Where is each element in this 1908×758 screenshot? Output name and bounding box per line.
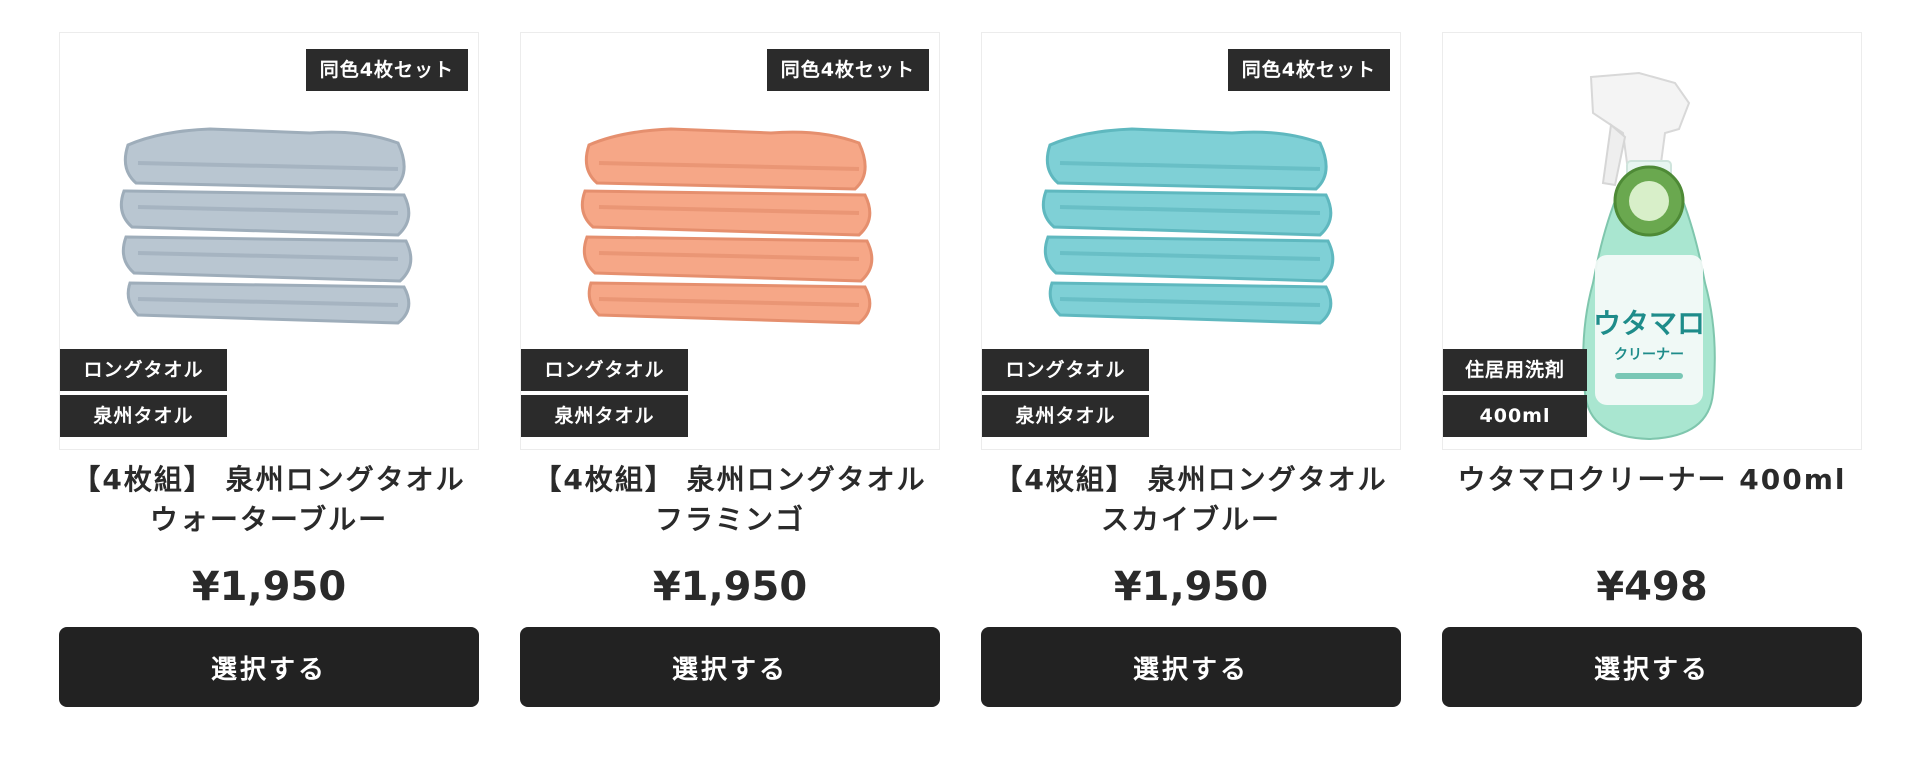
product-title[interactable]: 【4枚組】 泉州ロングタオル フラミンゴ bbox=[520, 460, 940, 540]
set-badge: 同色4枚セット bbox=[1227, 49, 1390, 91]
set-badge: 同色4枚セット bbox=[305, 49, 468, 91]
select-button[interactable]: 選択する bbox=[59, 627, 479, 707]
product-card: ウタマロ クリーナー 住居用洗剤 400ml ウタマロクリーナー 400ml ¥… bbox=[1442, 32, 1862, 712]
category-badge: ロングタオル bbox=[60, 349, 227, 391]
product-title[interactable]: ウタマロクリーナー 400ml bbox=[1442, 460, 1862, 500]
towel-layer bbox=[123, 127, 406, 191]
product-price: ¥1,950 bbox=[191, 564, 347, 610]
set-badge: 同色4枚セット bbox=[766, 49, 929, 91]
towel-layer bbox=[1045, 127, 1328, 191]
product-card: 同色4枚セット ロングタオル 泉州タオル 【4枚組】 泉州ロングタオル スカイブ… bbox=[981, 32, 1401, 712]
product-image[interactable]: 同色4枚セット ロングタオル 泉州タオル bbox=[981, 32, 1401, 450]
origin-badge: 泉州タオル bbox=[60, 395, 227, 437]
towel-layer bbox=[584, 127, 867, 191]
product-title-line1: 【4枚組】 泉州ロングタオル bbox=[72, 463, 466, 496]
product-title-line2: フラミンゴ bbox=[654, 503, 805, 536]
product-image[interactable]: 同色4枚セット ロングタオル 泉州タオル bbox=[59, 32, 479, 450]
select-button[interactable]: 選択する bbox=[981, 627, 1401, 707]
volume-badge: 400ml bbox=[1443, 395, 1587, 437]
product-title[interactable]: 【4枚組】 泉州ロングタオル スカイブルー bbox=[981, 460, 1401, 540]
product-title-line2: スカイブルー bbox=[1100, 503, 1281, 536]
product-title-line1: 【4枚組】 泉州ロングタオル bbox=[533, 463, 927, 496]
product-grid: 同色4枚セット ロングタオル 泉州タオル 【4枚組】 泉州ロングタオル ウォータ… bbox=[0, 0, 1908, 758]
product-image[interactable]: 同色4枚セット ロングタオル 泉州タオル bbox=[520, 32, 940, 450]
product-image[interactable]: ウタマロ クリーナー 住居用洗剤 400ml bbox=[1442, 32, 1862, 450]
product-card: 同色4枚セット ロングタオル 泉州タオル 【4枚組】 泉州ロングタオル フラミン… bbox=[520, 32, 940, 712]
product-title-line1: ウタマロクリーナー 400ml bbox=[1457, 463, 1847, 496]
product-price: ¥1,950 bbox=[652, 564, 808, 610]
select-button[interactable]: 選択する bbox=[1442, 627, 1862, 707]
product-title-line2: ウォーターブルー bbox=[149, 503, 389, 536]
product-title-line1: 【4枚組】 泉州ロングタオル bbox=[994, 463, 1388, 496]
product-card: 同色4枚セット ロングタオル 泉州タオル 【4枚組】 泉州ロングタオル ウォータ… bbox=[59, 32, 479, 712]
product-price: ¥498 bbox=[1596, 564, 1708, 610]
bottle-sub-label: クリーナー bbox=[1614, 347, 1684, 363]
bottle-brand-label: ウタマロ bbox=[1593, 307, 1705, 340]
product-title[interactable]: 【4枚組】 泉州ロングタオル ウォーターブルー bbox=[59, 460, 479, 540]
origin-badge: 泉州タオル bbox=[982, 395, 1149, 437]
select-button[interactable]: 選択する bbox=[520, 627, 940, 707]
product-price: ¥1,950 bbox=[1113, 564, 1269, 610]
origin-badge: 泉州タオル bbox=[521, 395, 688, 437]
category-badge: 住居用洗剤 bbox=[1443, 349, 1587, 391]
category-badge: ロングタオル bbox=[521, 349, 688, 391]
category-badge: ロングタオル bbox=[982, 349, 1149, 391]
